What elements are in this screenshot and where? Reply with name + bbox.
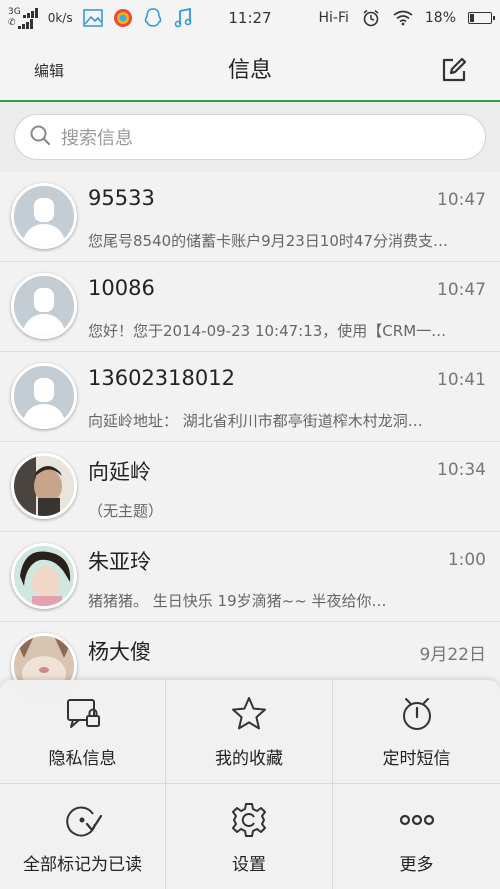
contact-name: 杨大傻 xyxy=(88,640,151,664)
conversation-row[interactable]: 向延岭 10:34 （无主题） xyxy=(0,442,500,532)
menu-item-scheduled[interactable]: 定时短信 xyxy=(333,680,500,784)
status-bar: 3G ✆ 0k/s 11:27 Hi-Fi 18% xyxy=(0,0,500,36)
hifi-indicator: Hi-Fi xyxy=(318,10,349,26)
contact-name: 10086 xyxy=(88,276,155,300)
timer-icon xyxy=(402,698,431,730)
menu-item-more[interactable]: 更多 xyxy=(333,784,500,889)
menu-item-label: 全部标记为已读 xyxy=(23,855,142,875)
message-time: 10:41 xyxy=(437,370,486,390)
compose-icon[interactable] xyxy=(440,56,468,84)
default-avatar-icon xyxy=(11,273,77,339)
contact-name: 向延岭 xyxy=(88,460,151,484)
message-preview: 您尾号8540的储蓄卡账户9月23日10时47分消费支… xyxy=(88,232,448,250)
menu-item-settings[interactable]: 设置 xyxy=(166,784,333,889)
message-time: 10:47 xyxy=(437,190,486,210)
signal-icon: 3G ✆ xyxy=(8,7,38,29)
contact-name: 95533 xyxy=(88,186,155,210)
menu-item-label: 定时短信 xyxy=(382,749,451,769)
wifi-icon xyxy=(393,8,413,28)
gallery-icon xyxy=(82,8,103,28)
message-preview: 向延岭地址： 湖北省利川市都亭街道榨木村龙洞… xyxy=(88,412,423,430)
conversation-row[interactable]: 95533 10:47 您尾号8540的储蓄卡账户9月23日10时47分消费支… xyxy=(0,172,500,262)
menu-item-label: 更多 xyxy=(399,855,434,875)
menu-item-favorites[interactable]: 我的收藏 xyxy=(166,680,333,784)
default-avatar-icon xyxy=(11,363,77,429)
menu-item-label: 隐私信息 xyxy=(48,749,117,769)
search-input[interactable]: 搜索信息 xyxy=(14,114,486,160)
menu-item-mark-all-read[interactable]: 全部标记为已读 xyxy=(0,784,166,889)
page-title: 信息 xyxy=(227,58,272,83)
star-icon xyxy=(232,697,266,730)
network-type: 3G xyxy=(8,7,21,17)
edit-button[interactable]: 编辑 xyxy=(34,60,64,81)
more-icon xyxy=(399,814,434,826)
gear-icon xyxy=(232,803,266,837)
message-time: 1:00 xyxy=(447,550,486,570)
network-speed: 0k/s xyxy=(47,11,73,25)
contact-name: 13602318012 xyxy=(88,366,235,390)
browser-icon xyxy=(113,8,133,28)
message-time: 9月22日 xyxy=(419,645,486,665)
menu-item-label: 我的收藏 xyxy=(215,749,283,769)
search-icon xyxy=(29,124,51,151)
app-header: 编辑 信息 xyxy=(0,36,500,102)
message-preview: 猪猪猪。 生日快乐 19岁滴猪~~ 半夜给你… xyxy=(88,592,387,610)
contact-photo xyxy=(11,543,77,609)
message-time: 10:47 xyxy=(437,280,486,300)
conversation-row[interactable]: 10086 10:47 您好！您于2014-09-23 10:47:13，使用【… xyxy=(0,262,500,352)
default-avatar-icon xyxy=(11,183,77,249)
conversation-list: 95533 10:47 您尾号8540的储蓄卡账户9月23日10时47分消费支…… xyxy=(0,172,500,712)
alarm-icon xyxy=(361,8,381,28)
music-icon xyxy=(173,8,193,28)
qq-icon xyxy=(143,8,163,28)
menu-item-private[interactable]: 隐私信息 xyxy=(0,680,166,784)
battery-level: 18% xyxy=(424,10,456,26)
search-placeholder: 搜索信息 xyxy=(61,128,133,149)
conversation-row[interactable]: 朱亚玲 1:00 猪猪猪。 生日快乐 19岁滴猪~~ 半夜给你… xyxy=(0,532,500,622)
battery-icon xyxy=(468,12,495,24)
contact-photo xyxy=(11,453,77,519)
search-bar: 搜索信息 xyxy=(0,102,500,172)
message-time: 10:34 xyxy=(437,460,486,480)
options-menu: 隐私信息 我的收藏 定时短信 全部标记为已读 设置 更多 xyxy=(0,680,500,889)
contact-name: 朱亚玲 xyxy=(88,550,151,574)
message-preview: 您好！您于2014-09-23 10:47:13，使用【CRM一… xyxy=(88,322,447,340)
conversation-row[interactable]: 13602318012 10:41 向延岭地址： 湖北省利川市都亭街道榨木村龙洞… xyxy=(0,352,500,442)
menu-item-label: 设置 xyxy=(232,855,266,875)
message-preview: （无主题） xyxy=(88,502,164,520)
mark-read-icon xyxy=(65,806,102,837)
private-message-icon xyxy=(66,699,100,728)
